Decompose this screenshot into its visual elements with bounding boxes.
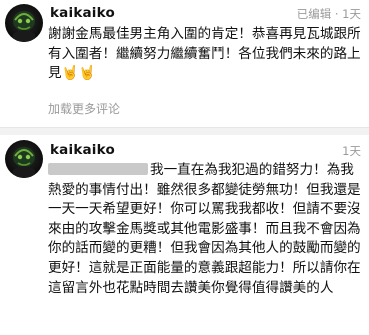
comment-text: 我一直在為我犯過的錯努力！為我熱愛的事情付出！雖然很多都變徒勞無功！但我還是一天… — [48, 161, 362, 298]
load-more-comments-link[interactable]: 加载更多评论 — [48, 100, 120, 117]
rock-hand-emoji: 🤘🤘 — [61, 65, 96, 82]
comment-meta: 1天 — [342, 144, 361, 158]
username[interactable]: kaikaiko — [50, 142, 115, 158]
comment-text: 謝謝金馬最佳男主角入圍的肯定！恭喜再見瓦城跟所有入圍者！繼續努力繼續奮鬥！各位我… — [48, 25, 362, 84]
divider — [0, 127, 369, 135]
avatar[interactable] — [5, 140, 43, 178]
username[interactable]: kaikaiko — [50, 5, 115, 21]
comment-text-body: 我一直在為我犯過的錯努力！為我熱愛的事情付出！雖然很多都變徒勞無功！但我還是一天… — [48, 162, 361, 296]
redacted-mention — [48, 163, 148, 175]
avatar[interactable] — [5, 4, 43, 42]
comment-meta: 已编辑 · 1天 — [296, 7, 361, 21]
